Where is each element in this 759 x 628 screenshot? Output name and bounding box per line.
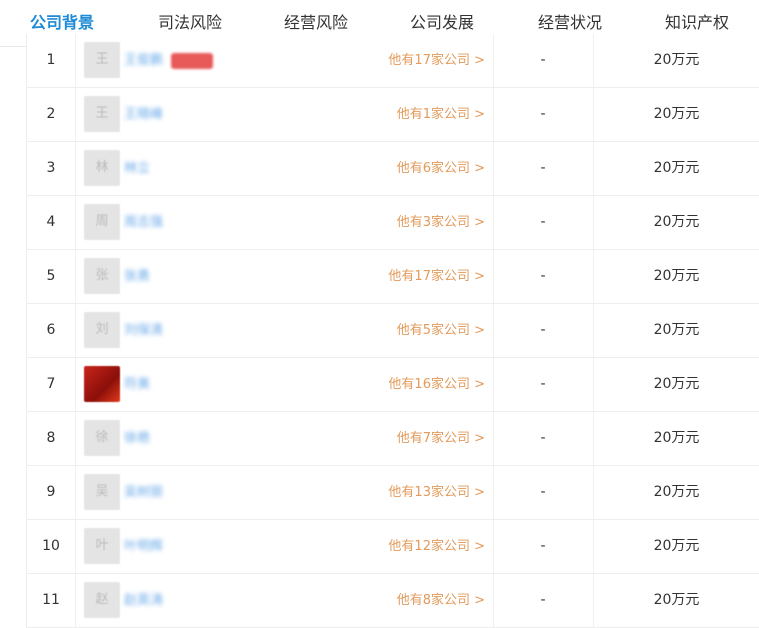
other-companies-link[interactable]: 他有1家公司 >: [397, 88, 485, 141]
person-name-link[interactable]: 周志强: [124, 196, 163, 249]
avatar[interactable]: 刘: [84, 312, 120, 348]
empty-value: -: [540, 376, 546, 392]
person-name-link[interactable]: 叶明辉: [124, 520, 163, 573]
column-divider: [75, 142, 76, 195]
person-name-link[interactable]: 王俊鹏: [124, 34, 163, 87]
column-divider: [75, 574, 76, 627]
other-companies-link[interactable]: 他有3家公司 >: [397, 196, 485, 249]
person-name-link[interactable]: 林立: [124, 142, 150, 195]
empty-value: -: [540, 268, 546, 284]
avatar[interactable]: 王: [84, 96, 120, 132]
other-companies-link[interactable]: 他有12家公司 >: [388, 520, 485, 573]
empty-value: -: [540, 214, 546, 230]
capital-amount: 20万元: [653, 322, 700, 338]
row-index: 6: [46, 322, 56, 338]
other-companies-link[interactable]: 他有6家公司 >: [397, 142, 485, 195]
person-name-link[interactable]: 刘保清: [124, 304, 163, 357]
capital-amount: 20万元: [653, 592, 700, 608]
column-divider: [75, 34, 76, 87]
table-row: 9 吴吴树丽 他有13家公司 > - 20万元: [27, 466, 759, 520]
table-row: 5 张张勇 他有17家公司 > - 20万元: [27, 250, 759, 304]
table-row: 6 刘刘保清 他有5家公司 > - 20万元: [27, 304, 759, 358]
avatar[interactable]: 林: [84, 150, 120, 186]
column-divider: [75, 88, 76, 141]
column-divider: [75, 412, 76, 465]
column-divider: [75, 358, 76, 411]
person-name-link[interactable]: 徐艳: [124, 412, 150, 465]
column-divider: [75, 304, 76, 357]
capital-amount: 20万元: [653, 106, 700, 122]
capital-amount: 20万元: [653, 160, 700, 176]
row-index: 4: [46, 214, 56, 230]
row-index: 2: [46, 106, 56, 122]
table-row: 1 王王俊鹏 他有17家公司 > - 20万元: [27, 34, 759, 88]
table-row: 3 林林立 他有6家公司 > - 20万元: [27, 142, 759, 196]
table-row: 10 叶叶明辉 他有12家公司 > - 20万元: [27, 520, 759, 574]
row-index: 10: [42, 538, 60, 554]
capital-amount: 20万元: [653, 52, 700, 68]
person-name-link[interactable]: 赵英涛: [124, 574, 163, 627]
avatar[interactable]: 王: [84, 42, 120, 78]
avatar[interactable]: 叶: [84, 528, 120, 564]
column-divider: [75, 520, 76, 573]
other-companies-link[interactable]: 他有17家公司 >: [388, 34, 485, 87]
person-name-link[interactable]: 吴树丽: [124, 466, 163, 519]
avatar[interactable]: 赵: [84, 582, 120, 618]
table-row: 11 赵赵英涛 他有8家公司 > - 20万元: [27, 574, 759, 628]
other-companies-link[interactable]: 他有8家公司 >: [397, 574, 485, 627]
status-badge: [171, 53, 213, 69]
empty-value: -: [540, 322, 546, 338]
row-index: 5: [46, 268, 56, 284]
avatar[interactable]: 张: [84, 258, 120, 294]
capital-amount: 20万元: [653, 484, 700, 500]
empty-value: -: [540, 160, 546, 176]
avatar[interactable]: 吴: [84, 474, 120, 510]
row-index: 3: [46, 160, 56, 176]
avatar[interactable]: [84, 366, 120, 402]
empty-value: -: [540, 106, 546, 122]
other-companies-link[interactable]: 他有13家公司 >: [388, 466, 485, 519]
avatar[interactable]: 周: [84, 204, 120, 240]
row-index: 7: [46, 376, 56, 392]
row-index: 11: [42, 592, 60, 608]
other-companies-link[interactable]: 他有16家公司 >: [388, 358, 485, 411]
capital-amount: 20万元: [653, 538, 700, 554]
capital-amount: 20万元: [653, 268, 700, 284]
column-divider: [75, 466, 76, 519]
row-index: 9: [46, 484, 56, 500]
row-index: 1: [46, 52, 56, 68]
row-index: 8: [46, 430, 56, 446]
other-companies-link[interactable]: 他有7家公司 >: [397, 412, 485, 465]
table-row: 4 周周志强 他有3家公司 > - 20万元: [27, 196, 759, 250]
capital-amount: 20万元: [653, 214, 700, 230]
shareholder-table: 1 王王俊鹏 他有17家公司 > -20万元 2 王王晓峰 他有1家公司 > -20万元 3 林林…: [26, 34, 759, 628]
table-row: 2 王王晓峰 他有1家公司 > - 20万元: [27, 88, 759, 142]
empty-value: -: [540, 52, 546, 68]
other-companies-link[interactable]: 他有17家公司 >: [388, 250, 485, 303]
empty-value: -: [540, 592, 546, 608]
empty-value: -: [540, 430, 546, 446]
other-companies-link[interactable]: 他有5家公司 >: [397, 304, 485, 357]
person-name-link[interactable]: 张勇: [124, 250, 150, 303]
table-row: 7 符美 他有16家公司 > - 20万元: [27, 358, 759, 412]
column-divider: [75, 250, 76, 303]
empty-value: -: [540, 484, 546, 500]
person-name-link[interactable]: 符美: [124, 358, 150, 411]
empty-value: -: [540, 538, 546, 554]
capital-amount: 20万元: [653, 376, 700, 392]
person-name-link[interactable]: 王晓峰: [124, 88, 163, 141]
avatar[interactable]: 徐: [84, 420, 120, 456]
table-row: 8 徐徐艳 他有7家公司 > - 20万元: [27, 412, 759, 466]
capital-amount: 20万元: [653, 430, 700, 446]
column-divider: [75, 196, 76, 249]
